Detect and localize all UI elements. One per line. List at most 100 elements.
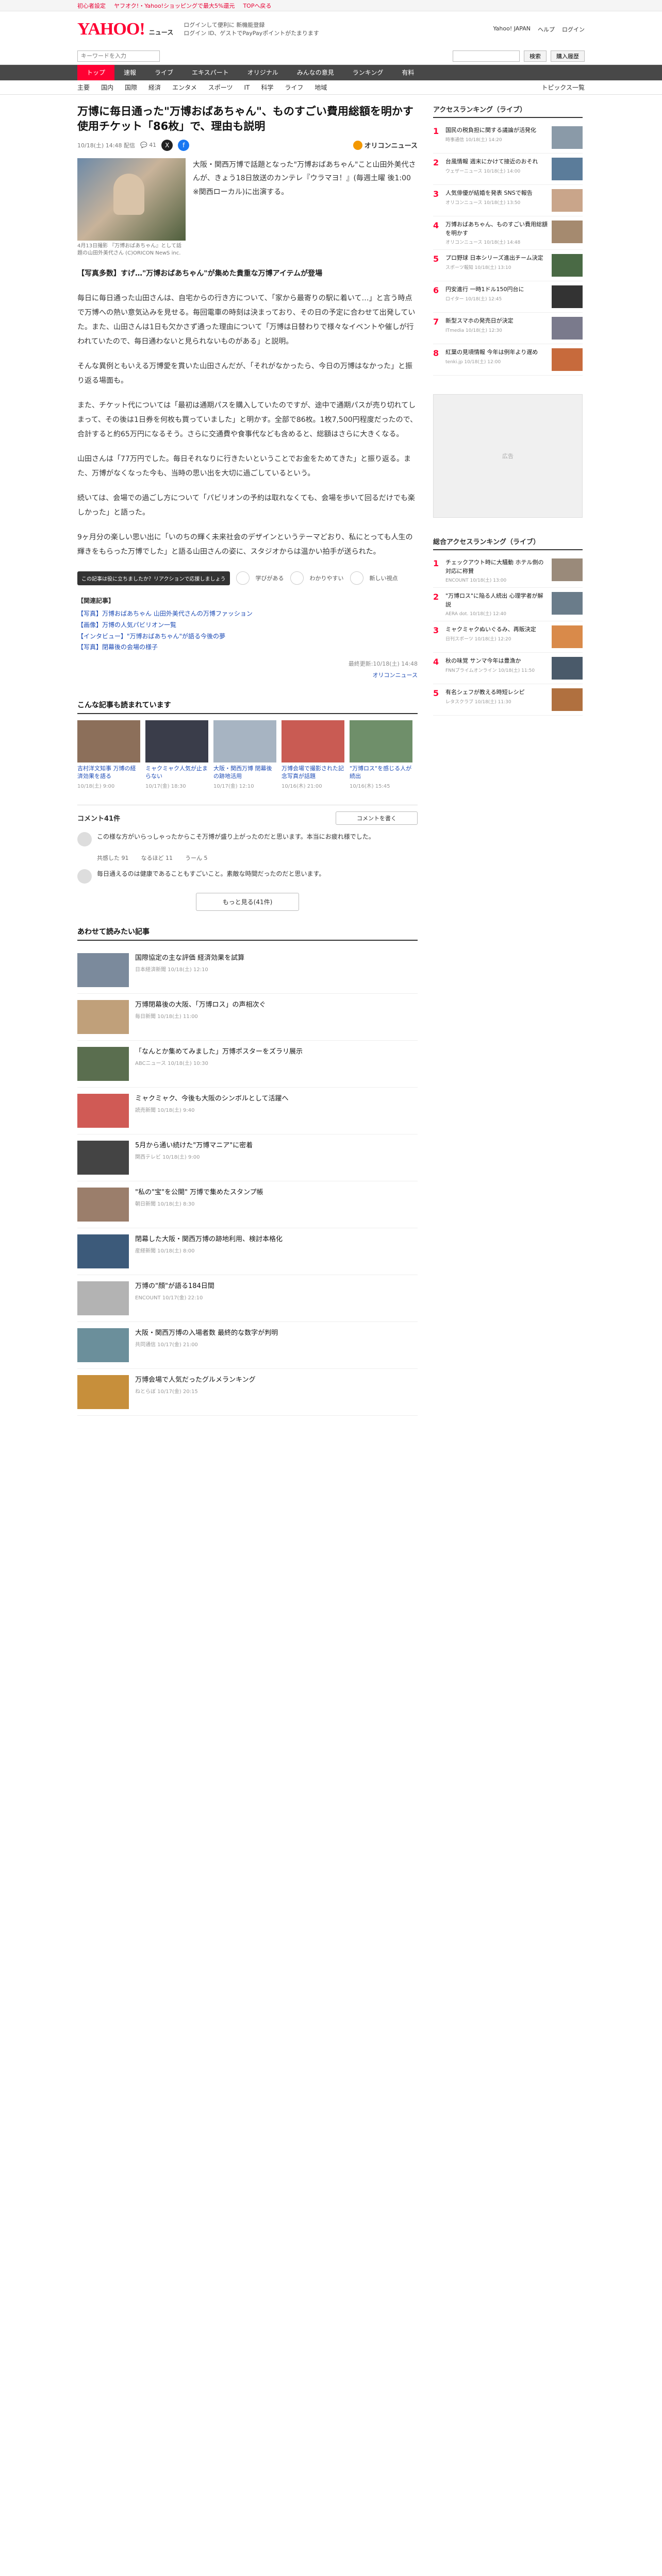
nav-ranking[interactable]: ランキング <box>343 65 393 80</box>
provider-logo[interactable]: オリコンニュース <box>353 140 418 150</box>
new-view-reaction-icon[interactable] <box>350 571 363 585</box>
ranking-item[interactable]: 8 紅葉の見頃情報 今年は例年より遅め tenki.jp 10/18(土) 12:0… <box>433 344 583 376</box>
ranking-item[interactable]: 4 秋の味覚 サンマ今年は豊漁か FNNプライムオンライン 10/18(土) 11:… <box>433 653 583 684</box>
ranking-item[interactable]: 5 プロ野球 日本シリーズ進出チーム決定 スポーツ報知 10/18(土) 13:10 <box>433 250 583 281</box>
recommend-item[interactable]: 万博の"顔"が語る184日間 ENCOUNT 10/17(金) 22:10 <box>77 1275 418 1322</box>
clear-reaction-icon[interactable] <box>290 571 304 585</box>
history-button[interactable]: 購入履歴 <box>551 50 585 62</box>
ad-slot[interactable]: 広告 <box>433 394 583 518</box>
ranking-item[interactable]: 6 円安進行 一時1ドル150円台に ロイター 10/18(土) 12:45 <box>433 281 583 313</box>
topics-list-link[interactable]: トピックス一覧 <box>541 83 585 92</box>
learn-reaction-icon[interactable] <box>236 571 250 585</box>
card-image <box>282 720 344 762</box>
recommend-item[interactable]: 万博会場で人気だったグルメランキング ねとらぼ 10/17(金) 20:15 <box>77 1369 418 1416</box>
category-entertainment[interactable]: エンタメ <box>172 83 197 92</box>
rec-source: 読売新聞 10/18(土) 9:40 <box>135 1108 195 1114</box>
nav-expert[interactable]: エキスパート <box>183 65 238 80</box>
vote-agree-button[interactable]: 共感した 91 <box>97 854 129 862</box>
category-world[interactable]: 国際 <box>125 83 137 92</box>
top-link-home[interactable]: TOPへ戻る <box>243 2 271 10</box>
recommend-item[interactable]: 「なんとか集めてみました」万博ポスターをズラリ展示 ABCニュース 10/18(土… <box>77 1041 418 1088</box>
category-domestic[interactable]: 国内 <box>101 83 113 92</box>
comment-count-icon[interactable]: 💬 41 <box>140 142 156 148</box>
write-comment-button[interactable]: コメントを書く <box>336 811 418 825</box>
nav-opinion[interactable]: みんなの意見 <box>288 65 343 80</box>
recommend-item[interactable]: ミャクミャク、今後も大阪のシンボルとして活躍へ 読売新聞 10/18(土) 9:4… <box>77 1088 418 1134</box>
header-link-yahoo[interactable]: Yahoo! JAPAN <box>493 25 531 33</box>
recommend-item[interactable]: 万博閉幕後の大阪、「万博ロス」の声相次ぐ 毎日新聞 10/18(土) 11:00 <box>77 994 418 1041</box>
login-info-line1[interactable]: ログインして便利に 新機能登録 <box>184 21 319 30</box>
ranking-item[interactable]: 3 ミャクミャクぬいぐるみ、再販決定 日刊スポーツ 10/18(土) 12:20 <box>433 621 583 653</box>
recommend-item[interactable]: 国際協定の主な評価 経済効果を試算 日本経済新聞 10/18(土) 12:10 <box>77 947 418 994</box>
header-link-login[interactable]: ログイン <box>562 25 585 33</box>
vote-insight-button[interactable]: なるほど 11 <box>141 854 173 862</box>
article-paragraph: 9ヶ月分の楽しい思い出に「いのちの輝く未来社会のデザインというテーマどおり、私に… <box>77 533 413 556</box>
secondary-search-input[interactable] <box>453 50 520 62</box>
nav-paid[interactable]: 有料 <box>392 65 423 80</box>
ranking-item[interactable]: 3 人気俳優が結婚を発表 SNSで報告 オリコンニュース 10/18(土) 13:5… <box>433 185 583 216</box>
provider-mark-icon <box>353 140 362 150</box>
site-logo[interactable]: YAHOO! ニュース <box>77 20 173 39</box>
nav-original[interactable]: オリジナル <box>238 65 288 80</box>
ranking-item[interactable]: 1 チェックアウト時に大騒動 ホテル側の対応に称賛 ENCOUNT 10/18(土)… <box>433 554 583 588</box>
also-read-card[interactable]: 万博会場で撮影された記念写真が話題 10/16(木) 21:00 <box>282 720 344 789</box>
comment-item: 毎日通えるのは健康であることもすごいこと。素敵な時間だったのだと思います。 <box>77 869 418 884</box>
ranking-item[interactable]: 4 万博おばあちゃん、ものすごい費用総額を明かす オリコンニュース 10/18(土)… <box>433 216 583 250</box>
photo-link[interactable]: 【写真多数】すげ…"万博おばあちゃん"が集めた貴重な万博アイテムが登場 <box>77 266 418 281</box>
category-local[interactable]: 地域 <box>315 83 327 92</box>
more-comments-button[interactable]: もっと見る(41件) <box>196 892 299 911</box>
rec-image <box>77 1328 129 1362</box>
vote-hmm-button[interactable]: うーん 5 <box>185 854 208 862</box>
news-ranking: 総合アクセスランキング（ライブ） 1 チェックアウト時に大騒動 ホテル側の対応に称… <box>433 536 583 716</box>
recommend-item[interactable]: 閉幕した大阪・関西万博の跡地利用、検討本格化 産経新聞 10/18(土) 8:00 <box>77 1228 418 1275</box>
recommend-item[interactable]: 5月から通い続けた"万博マニア"に密着 関西テレビ 10/18(土) 9:00 <box>77 1134 418 1181</box>
rank-number: 6 <box>433 285 439 295</box>
nav-live[interactable]: ライブ <box>145 65 183 80</box>
category-life[interactable]: ライフ <box>285 83 303 92</box>
related-link[interactable]: 【写真】閉幕後の会場の様子 <box>77 642 418 653</box>
facebook-share-icon[interactable]: f <box>178 139 190 151</box>
rank-source: 日刊スポーツ 10/18(土) 12:20 <box>445 636 511 642</box>
category-main[interactable]: 主要 <box>77 83 90 92</box>
rank-number: 4 <box>433 657 439 667</box>
rec-image <box>77 1281 129 1315</box>
main-column: 万博に毎日通った"万博おばあちゃん"、ものすごい費用総額を明かす 使用チケット「… <box>77 104 424 1519</box>
also-read-card[interactable]: "万博ロス"を感じる人が続出 10/16(木) 15:45 <box>350 720 412 789</box>
header-link-help[interactable]: ヘルプ <box>538 25 555 33</box>
recommend-item[interactable]: "私の"宝"を公開" 万博で集めたスタンプ帳 朝日新聞 10/18(土) 8:30 <box>77 1181 418 1228</box>
card-date: 10/16(木) 21:00 <box>282 783 322 789</box>
ranking-item[interactable]: 5 有名シェフが教える時短レシピ レタスクラブ 10/18(土) 11:30 <box>433 684 583 716</box>
category-economy[interactable]: 経済 <box>148 83 161 92</box>
category-sports[interactable]: スポーツ <box>208 83 233 92</box>
ad-label: 広告 <box>502 453 514 460</box>
nav-breaking[interactable]: 速報 <box>114 65 145 80</box>
recommend-item[interactable]: 大阪・関西万博の入場者数 最終的な数字が判明 共同通信 10/17(金) 21:0… <box>77 1322 418 1369</box>
also-read-card[interactable]: 吉村洋文知事 万博の経済効果を語る 10/18(土) 9:00 <box>77 720 140 789</box>
also-read-card[interactable]: ミャクミャク人気が止まらない 10/17(金) 18:30 <box>145 720 208 789</box>
rec-image <box>77 1046 129 1081</box>
also-read-card[interactable]: 大阪・関西万博 閉幕後の跡地活用 10/17(金) 12:10 <box>213 720 276 789</box>
ranking-item[interactable]: 2 台風情報 週末にかけて接近のおそれ ウェザーニュース 10/18(土) 14:0… <box>433 154 583 185</box>
top-link-promo[interactable]: ヤフオク!・Yahoo!ショッピングで最大5%還元 <box>114 2 235 10</box>
provider-link[interactable]: オリコンニュース <box>77 671 418 679</box>
x-share-icon[interactable]: X <box>161 139 173 151</box>
rank-thumb <box>552 625 583 648</box>
ranking-item[interactable]: 2 "万博ロス"に陥る人続出 心理学者が解説 AERA dot. 10/18(土) … <box>433 588 583 621</box>
top-link-beginner[interactable]: 初心者設定 <box>77 2 106 10</box>
search-input[interactable] <box>77 50 160 62</box>
category-it[interactable]: IT <box>244 84 250 91</box>
rec-title: 「なんとか集めてみました」万博ポスターをズラリ展示 <box>135 1047 303 1056</box>
rec-image <box>77 1375 129 1409</box>
ranking-item[interactable]: 1 国民の税負担に関する議論が活発化 時事通信 10/18(土) 14:20 <box>433 122 583 154</box>
ranking-item[interactable]: 7 新型スマホの発売日が決定 ITmedia 10/18(土) 12:30 <box>433 313 583 344</box>
related-link[interactable]: 【写真】万博おばあちゃん 山田外美代さんの万博ファッション <box>77 608 418 620</box>
related-link[interactable]: 【インタビュー】"万博おばあちゃん"が語る今後の夢 <box>77 631 418 642</box>
nav-top[interactable]: トップ <box>77 65 115 80</box>
rec-title: 閉幕した大阪・関西万博の跡地利用、検討本格化 <box>135 1235 283 1243</box>
rec-source: 毎日新聞 10/18(土) 11:00 <box>135 1014 198 1020</box>
lead-image[interactable]: 4月13日撮影 『万博おばあちゃん』として話題の山田外美代さん (C)ORICO… <box>77 158 186 257</box>
sidebar: アクセスランキング（ライブ） 1 国民の税負担に関する議論が活発化 時事通信 10/… <box>433 104 583 1519</box>
search-button[interactable]: 検索 <box>524 50 547 62</box>
category-science[interactable]: 科学 <box>261 83 273 92</box>
related-link[interactable]: 【画像】万博の人気パビリオン一覧 <box>77 620 418 631</box>
